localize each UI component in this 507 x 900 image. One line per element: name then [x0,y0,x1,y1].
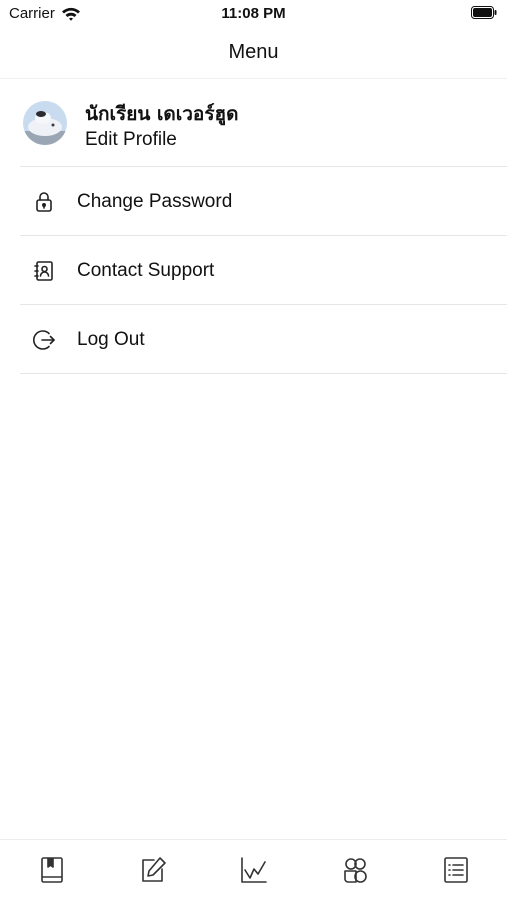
edit-profile-link[interactable]: Edit Profile [85,129,177,151]
nav-bar: Menu [0,28,507,79]
avatar [23,101,67,145]
tab-apps[interactable] [340,855,370,885]
logout-icon [32,328,56,352]
edit-icon [138,855,168,885]
apps-icon [340,855,370,885]
status-time: 11:08 PM [221,5,286,22]
status-bar: Carrier 11:08 PM [0,0,507,28]
menu-item-label: Change Password [77,191,233,212]
list-icon [441,855,471,885]
book-icon [37,855,67,885]
lock-icon [32,190,56,214]
menu-item-label: Contact Support [77,260,215,281]
menu-item-log-out[interactable]: Log Out [20,305,507,374]
contact-book-icon [32,259,56,283]
menu-item-label: Log Out [77,329,145,350]
tab-bar [0,839,507,900]
page-title: Menu [228,41,279,63]
menu-item-contact-support[interactable]: Contact Support [20,236,507,305]
profile-row[interactable]: นักเรียน เดเวอร์ฮูด Edit Profile [20,79,507,167]
menu-item-change-password[interactable]: Change Password [20,167,507,236]
tab-book[interactable] [37,855,67,885]
chart-icon [239,855,269,885]
tab-chart[interactable] [239,855,269,885]
battery-icon [471,6,497,19]
tab-edit[interactable] [138,855,168,885]
tab-list[interactable] [441,855,471,885]
profile-name: นักเรียน เดเวอร์ฮูด [85,103,239,125]
